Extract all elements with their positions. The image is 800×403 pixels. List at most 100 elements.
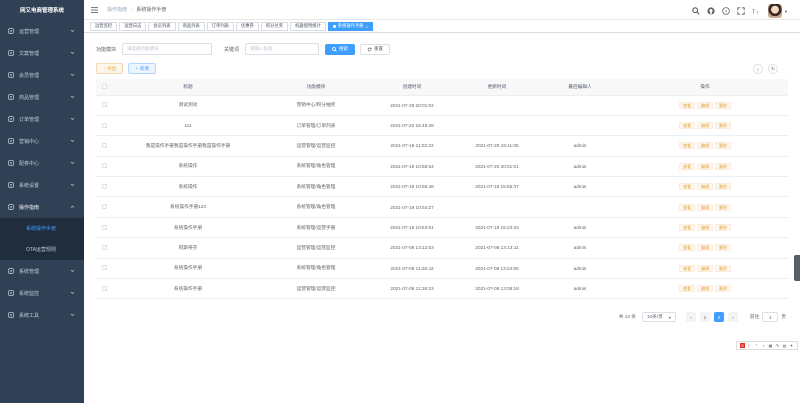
tag-item[interactable]: 机器使用统计 bbox=[290, 21, 326, 31]
sidebar-item[interactable]: 订单管理 bbox=[0, 108, 84, 130]
fullscreen-icon[interactable] bbox=[737, 7, 745, 15]
sidebar-item[interactable]: 操作指南 bbox=[0, 196, 84, 218]
edit-button[interactable]: 编辑 bbox=[697, 203, 713, 211]
page-number-button[interactable]: 1 bbox=[699, 312, 710, 322]
delete-button[interactable]: 删除 bbox=[715, 142, 731, 150]
prev-page-button[interactable]: ‹ bbox=[685, 312, 696, 322]
help-icon[interactable]: ? bbox=[722, 7, 730, 15]
row-checkbox[interactable] bbox=[101, 142, 107, 148]
row-checkbox[interactable] bbox=[101, 204, 107, 210]
row-checkbox[interactable] bbox=[101, 122, 107, 128]
guide-icon bbox=[8, 204, 14, 210]
view-button[interactable]: 查看 bbox=[679, 285, 695, 293]
hamburger-icon[interactable] bbox=[91, 6, 98, 13]
ime-logo-icon[interactable]: S bbox=[740, 343, 745, 348]
goto-input[interactable]: 1 bbox=[762, 312, 779, 322]
search-icon[interactable] bbox=[692, 7, 700, 15]
view-button[interactable]: 查看 bbox=[679, 224, 695, 232]
view-button[interactable]: 查看 bbox=[679, 264, 695, 272]
edit-button[interactable]: 编辑 bbox=[697, 264, 713, 272]
next-page-button[interactable]: › bbox=[727, 312, 738, 322]
sidebar-item[interactable]: 运营管理 bbox=[0, 20, 84, 42]
sidebar-item[interactable]: 营销中心 bbox=[0, 130, 84, 152]
page-number-button[interactable]: 2 bbox=[713, 312, 724, 322]
edit-button[interactable]: 编辑 bbox=[697, 244, 713, 252]
delete-button[interactable]: 删除 bbox=[715, 224, 731, 232]
delete-button[interactable]: 删除 bbox=[715, 285, 731, 293]
ime-menu-icon[interactable]: ✦ bbox=[789, 343, 794, 348]
view-button[interactable]: 查看 bbox=[679, 162, 695, 170]
sidebar-item[interactable]: 商品管理 bbox=[0, 86, 84, 108]
delete-button[interactable]: 删除 bbox=[715, 264, 731, 272]
ime-tools-icon[interactable]: ▤ bbox=[782, 343, 787, 348]
edit-button[interactable]: 编辑 bbox=[697, 162, 713, 170]
module-select[interactable]: 请选择功能模块 bbox=[122, 43, 213, 55]
edit-button[interactable]: 编辑 bbox=[697, 183, 713, 191]
view-button[interactable]: 查看 bbox=[679, 203, 695, 211]
sidebar-item[interactable]: 会员管理 bbox=[0, 64, 84, 86]
select-all-checkbox[interactable] bbox=[101, 83, 107, 89]
edit-button[interactable]: 编辑 bbox=[697, 224, 713, 232]
sidebar-item[interactable]: 文案管理 bbox=[0, 42, 84, 64]
delete-button[interactable]: 删除 bbox=[715, 122, 731, 130]
breadcrumb-parent[interactable]: 操作指南 bbox=[107, 6, 127, 13]
delete-button[interactable]: 删除 bbox=[715, 244, 731, 252]
view-button[interactable]: 查看 bbox=[679, 101, 695, 109]
delete-button[interactable]: 删除 bbox=[715, 203, 731, 211]
tag-item[interactable]: 优惠券 bbox=[235, 21, 259, 31]
delete-button[interactable]: 删除 bbox=[715, 183, 731, 191]
add-button[interactable]: + 新增 bbox=[128, 63, 156, 74]
cell-title: 111 bbox=[112, 115, 264, 137]
font-size-icon[interactable]: TT bbox=[752, 7, 760, 15]
page-size-select[interactable]: 10条/页 ▾ bbox=[641, 312, 676, 322]
sidebar-item[interactable]: 系统设置 bbox=[0, 174, 84, 196]
caret-down-icon[interactable]: ▼ bbox=[784, 9, 788, 14]
settings-drawer-handle[interactable] bbox=[794, 255, 800, 281]
submenu-item[interactable]: 系统操作手册 bbox=[0, 218, 84, 239]
edit-button[interactable]: 编辑 bbox=[697, 142, 713, 150]
tag-item[interactable]: 积分兑奖 bbox=[260, 21, 289, 31]
github-icon[interactable] bbox=[707, 7, 715, 15]
row-checkbox[interactable] bbox=[101, 265, 107, 271]
delete-button[interactable]: 删除 bbox=[715, 101, 731, 109]
sidebar-item[interactable]: 系统工具 bbox=[0, 304, 84, 326]
edit-button[interactable]: 编辑 bbox=[697, 285, 713, 293]
avatar[interactable] bbox=[768, 4, 783, 18]
toggle-search-button[interactable]: ○ bbox=[753, 64, 763, 74]
ime-moon-icon[interactable]: ☾ bbox=[747, 343, 752, 348]
row-checkbox[interactable] bbox=[101, 183, 107, 189]
row-checkbox[interactable] bbox=[101, 244, 107, 250]
view-button[interactable]: 查看 bbox=[679, 122, 695, 130]
chevron-down-icon bbox=[70, 29, 75, 32]
tag-item[interactable]: 运营监控 bbox=[90, 21, 118, 31]
delete-button[interactable]: 删除 bbox=[715, 162, 731, 170]
view-button[interactable]: 查看 bbox=[679, 183, 695, 191]
tag-item[interactable]: 运营日志 bbox=[119, 21, 147, 31]
export-button[interactable]: ↓ 导出 bbox=[96, 63, 124, 74]
ime-mic-icon[interactable]: ♪ bbox=[761, 343, 766, 348]
ime-punct-icon[interactable]: ° bbox=[754, 343, 759, 348]
reset-button[interactable]: 重置 bbox=[360, 43, 391, 55]
sidebar-item[interactable]: 系统监控 bbox=[0, 282, 84, 304]
row-checkbox[interactable] bbox=[101, 285, 107, 291]
search-button[interactable]: 搜索 bbox=[325, 43, 356, 55]
submenu-item[interactable]: OTA运营规则 bbox=[0, 239, 84, 260]
sidebar-item[interactable]: 系统管理 bbox=[0, 260, 84, 282]
tag-item[interactable]: 商品列表 bbox=[177, 21, 205, 31]
sidebar-item[interactable]: 配券中心 bbox=[0, 152, 84, 174]
edit-button[interactable]: 编辑 bbox=[697, 101, 713, 109]
refresh-button[interactable]: ↻ bbox=[768, 64, 778, 74]
view-button[interactable]: 查看 bbox=[679, 142, 695, 150]
view-button[interactable]: 查看 bbox=[679, 244, 695, 252]
edit-button[interactable]: 编辑 bbox=[697, 122, 713, 130]
tag-item[interactable]: 系统操作手册 × bbox=[327, 21, 373, 31]
ime-keyboard-icon[interactable]: ▦ bbox=[768, 343, 773, 348]
keyword-input[interactable]: 请输入标题 bbox=[245, 43, 320, 55]
row-checkbox[interactable] bbox=[101, 102, 107, 108]
row-checkbox[interactable] bbox=[101, 224, 107, 230]
row-checkbox[interactable] bbox=[101, 163, 107, 169]
ime-skin-icon[interactable]: ✎ bbox=[775, 343, 780, 348]
tag-item[interactable]: 订单列表 bbox=[206, 21, 234, 31]
close-icon[interactable]: × bbox=[366, 24, 368, 29]
tag-item[interactable]: 会员列表 bbox=[148, 21, 176, 31]
